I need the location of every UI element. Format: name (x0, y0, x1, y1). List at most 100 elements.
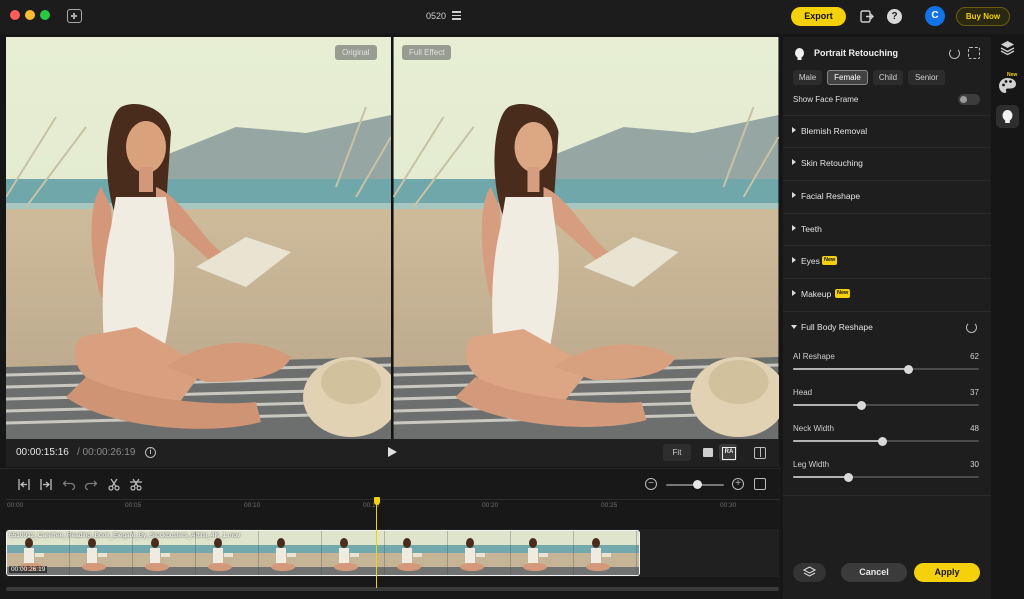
show-face-frame-toggle[interactable] (958, 94, 980, 105)
close-window-button[interactable] (10, 10, 20, 20)
apply-to-layers-button[interactable] (793, 563, 826, 582)
help-icon[interactable]: ? (887, 9, 902, 24)
minimize-window-button[interactable] (25, 10, 35, 20)
chevron-right-icon (792, 127, 796, 133)
clip-thumbnail (574, 531, 638, 575)
play-icon[interactable] (388, 447, 397, 457)
slider-value: 37 (970, 388, 979, 397)
portrait-tool-icon[interactable] (996, 105, 1019, 128)
zoom-in-icon[interactable]: + (732, 478, 744, 490)
section-label: Facial Reshape (801, 191, 861, 201)
apply-button[interactable]: Apply (914, 563, 980, 582)
info-icon[interactable]: i (145, 447, 156, 458)
right-toolbar: New (991, 34, 1024, 599)
slider-knob[interactable] (844, 472, 854, 482)
leg-width-slider[interactable] (793, 472, 979, 482)
full-effect-label: Full Effect (402, 45, 452, 60)
clip-duration: 00:00:26:19 (9, 566, 48, 573)
undo-icon[interactable] (62, 478, 76, 491)
new-project-icon[interactable] (67, 9, 82, 23)
trim-end-icon[interactable] (39, 478, 53, 491)
slider-knob[interactable] (903, 364, 913, 374)
import-media-icon[interactable] (859, 9, 874, 24)
section-eyes[interactable]: Eyes New (783, 245, 991, 277)
chevron-right-icon (792, 225, 796, 231)
gender-senior-button[interactable]: Senior (908, 70, 945, 85)
playhead[interactable] (376, 504, 377, 588)
clip-thumbnail (637, 531, 639, 575)
buy-now-button[interactable]: Buy Now (956, 7, 1010, 26)
section-label[interactable]: Full Body Reshape (801, 322, 873, 332)
playback-bar: 00:00:15:16 / 00:00:26:19 i Fit (6, 439, 779, 467)
section-teeth[interactable]: Teeth (783, 213, 991, 245)
export-button[interactable]: Export (791, 7, 846, 26)
chevron-right-icon (792, 257, 796, 263)
preview-canvas[interactable]: Original Full Effect (6, 37, 779, 439)
time-ruler[interactable]: 00:00 00:05 00:10 00:15 00:20 00:25 00:3… (0, 499, 781, 519)
video-clip[interactable]: 6510912_Carefree_Reading_Book_Elegant_By… (6, 530, 640, 576)
section-skin-retouching[interactable]: Skin Retouching (783, 147, 991, 179)
portrait-icon (794, 48, 805, 60)
ai-reshape-slider[interactable] (793, 364, 979, 374)
timeline: − + 00:00 00:05 00:10 00:15 00:20 00:25 … (0, 468, 781, 599)
slider-knob[interactable] (857, 400, 867, 410)
layers-icon (802, 566, 817, 577)
fit-timeline-icon[interactable] (754, 478, 766, 490)
gender-male-button[interactable]: Male (793, 70, 822, 85)
compare-view-icon[interactable] (719, 444, 737, 461)
section-label: Makeup (801, 289, 832, 299)
ruler-tick: 00:30 (720, 502, 737, 509)
original-label: Original (335, 45, 377, 60)
reset-all-icon[interactable] (949, 48, 960, 59)
reset-body-icon[interactable] (966, 322, 977, 333)
original-frame-image (6, 37, 391, 439)
section-facial-reshape[interactable]: Facial Reshape (783, 180, 991, 212)
ruler-tick: 00:20 (482, 502, 499, 509)
fit-button[interactable]: Fit (663, 444, 691, 461)
slider-value: 30 (970, 460, 979, 469)
effect-frame-image (393, 37, 779, 439)
project-list-icon[interactable] (452, 11, 461, 20)
split-view-icon[interactable] (751, 444, 769, 461)
avatar[interactable]: C (925, 6, 945, 26)
trim-start-icon[interactable] (17, 478, 31, 491)
show-face-frame-label: Show Face Frame (793, 95, 859, 104)
slider-value: 62 (970, 352, 979, 361)
panel-title: Portrait Retouching (814, 48, 899, 58)
chevron-down-icon[interactable] (791, 325, 797, 329)
cancel-button[interactable]: Cancel (841, 563, 907, 582)
slider-knob[interactable] (877, 436, 887, 446)
gender-child-button[interactable]: Child (873, 70, 903, 85)
neck-width-slider[interactable] (793, 436, 979, 446)
clip-thumbnail (259, 531, 323, 575)
section-blemish-removal[interactable]: Blemish Removal (783, 115, 991, 147)
split-scissors-icon[interactable] (107, 478, 121, 491)
cut-scissors-icon[interactable] (129, 478, 143, 491)
new-badge: New (822, 256, 838, 265)
slider-fill (793, 440, 883, 442)
title-bar: 0520 Export ? C Buy Now (0, 0, 1024, 34)
face-scan-icon[interactable] (968, 47, 980, 59)
ruler-tick: 00:25 (601, 502, 618, 509)
clip-thumbnail (448, 531, 512, 575)
gender-female-button[interactable]: Female (827, 70, 868, 85)
chevron-right-icon (792, 159, 796, 165)
head-slider[interactable] (793, 400, 979, 410)
timeline-scrollbar[interactable] (6, 587, 779, 591)
project-title: 0520 (426, 11, 447, 21)
redo-icon[interactable] (84, 478, 98, 491)
ruler-tick: 00:10 (244, 502, 261, 509)
playhead-handle[interactable] (373, 497, 380, 505)
section-makeup[interactable]: Makeup New (783, 278, 991, 310)
slider-label: AI Reshape (793, 352, 835, 361)
zoom-window-button[interactable] (40, 10, 50, 20)
zoom-slider-knob[interactable] (693, 480, 702, 489)
zoom-out-icon[interactable]: − (645, 478, 657, 490)
panel-divider (783, 495, 991, 496)
slider-label: Neck Width (793, 424, 834, 433)
section-label: Skin Retouching (801, 158, 863, 168)
section-label: Blemish Removal (801, 126, 868, 136)
preview-effect-pane: Full Effect (393, 37, 779, 439)
layers-tool-icon[interactable] (996, 36, 1019, 59)
single-view-icon[interactable] (699, 444, 717, 461)
